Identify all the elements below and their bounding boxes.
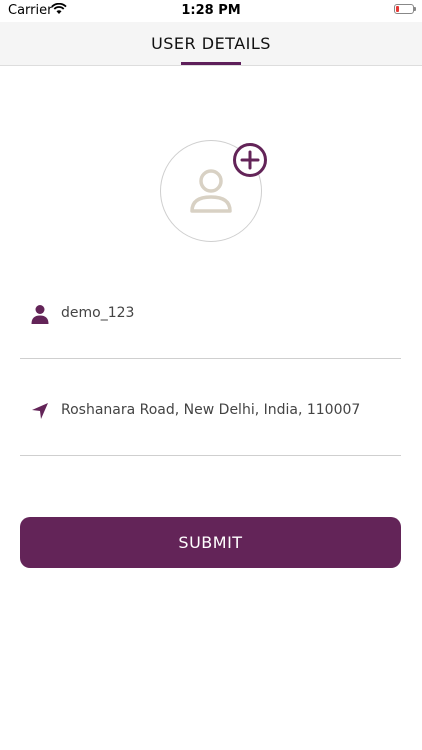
username-value[interactable]: demo_123 [61, 305, 134, 321]
status-time: 1:28 PM [181, 3, 241, 18]
address-value[interactable]: Roshanara Road, New Delhi, India, 110007 [61, 402, 360, 418]
add-photo-button[interactable] [233, 143, 267, 177]
battery-icon [394, 4, 416, 14]
username-field[interactable]: demo_123 [20, 295, 401, 359]
battery-level [396, 6, 399, 12]
location-arrow-icon [30, 401, 50, 425]
person-icon [30, 304, 50, 328]
submit-button[interactable]: SUBMIT [20, 517, 401, 568]
nav-bar: USER DETAILS [0, 22, 422, 66]
user-outline-icon [186, 166, 236, 220]
page-title: USER DETAILS [151, 34, 271, 53]
status-bar: Carrier 1:28 PM [0, 0, 422, 22]
plus-circle-icon [233, 143, 267, 181]
profile-avatar[interactable] [160, 140, 267, 242]
title-underline [181, 62, 241, 65]
address-field[interactable]: Roshanara Road, New Delhi, India, 110007 [20, 392, 401, 456]
